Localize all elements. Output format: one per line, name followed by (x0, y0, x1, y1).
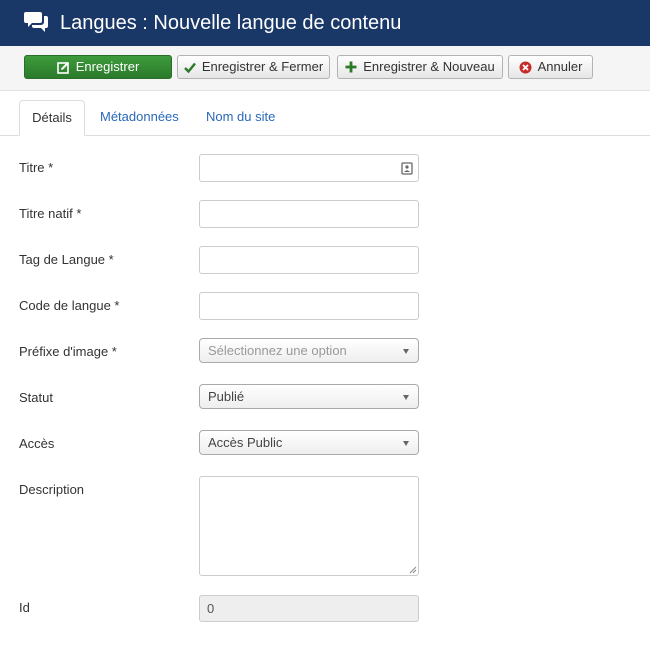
lang-tag-field[interactable] (199, 246, 419, 274)
lang-tag-label: Tag de Langue * (19, 252, 114, 267)
title-label: Titre * (19, 160, 54, 175)
tab-details[interactable]: Détails (19, 100, 85, 136)
save-new-label: Enregistrer & Nouveau (363, 59, 495, 74)
cancel-icon (519, 61, 532, 73)
title-input[interactable] (200, 155, 418, 181)
image-prefix-placeholder: Sélectionnez une option (208, 343, 347, 358)
save-close-button[interactable]: Enregistrer & Fermer (177, 55, 330, 79)
description-label: Description (19, 482, 85, 497)
native-title-label: Titre natif * (19, 206, 82, 221)
tab-metadata[interactable]: Métadonnées (100, 100, 179, 136)
status-value: Publié (208, 389, 245, 404)
status-label: Statut (19, 390, 53, 405)
lang-code-field[interactable] (199, 292, 419, 320)
toolbar: Enregistrer Enregistrer & Fermer Enregis… (0, 46, 650, 91)
access-value: Accès Public (208, 435, 283, 450)
lang-tag-input[interactable] (200, 247, 418, 273)
chevron-down-icon (403, 395, 409, 400)
native-title-field[interactable] (199, 200, 419, 228)
tabs-divider (0, 135, 650, 136)
id-label: Id (19, 600, 30, 615)
save-new-button[interactable]: Enregistrer & Nouveau (337, 55, 503, 79)
cancel-label: Annuler (537, 59, 583, 74)
native-title-input[interactable] (200, 201, 418, 227)
edit-icon (56, 61, 69, 74)
description-textarea[interactable] (199, 476, 419, 576)
access-label: Accès (19, 436, 55, 451)
save-button[interactable]: Enregistrer (24, 55, 172, 79)
resize-grip-icon[interactable] (408, 565, 417, 574)
lang-code-label: Code de langue * (19, 298, 120, 313)
check-icon (183, 62, 196, 73)
save-button-label: Enregistrer (75, 59, 140, 74)
contact-card-icon (401, 162, 413, 175)
page-title: Langues : Nouvelle langue de contenu (60, 12, 402, 34)
image-prefix-select[interactable]: Sélectionnez une option (199, 338, 419, 363)
header-bar: Langues : Nouvelle langue de contenu (0, 0, 650, 46)
chevron-down-icon (403, 349, 409, 354)
image-prefix-label: Préfixe d'image * (19, 344, 117, 359)
access-select[interactable]: Accès Public (199, 430, 419, 455)
comments-icon (24, 12, 48, 32)
tab-site-name[interactable]: Nom du site (206, 100, 275, 136)
chevron-down-icon (403, 441, 409, 446)
plus-icon (345, 61, 357, 73)
cancel-button[interactable]: Annuler (508, 55, 593, 79)
save-close-label: Enregistrer & Fermer (201, 59, 324, 74)
status-select[interactable]: Publié (199, 384, 419, 409)
title-field[interactable] (199, 154, 419, 182)
lang-code-input[interactable] (200, 293, 418, 319)
id-field: 0 (199, 595, 419, 622)
